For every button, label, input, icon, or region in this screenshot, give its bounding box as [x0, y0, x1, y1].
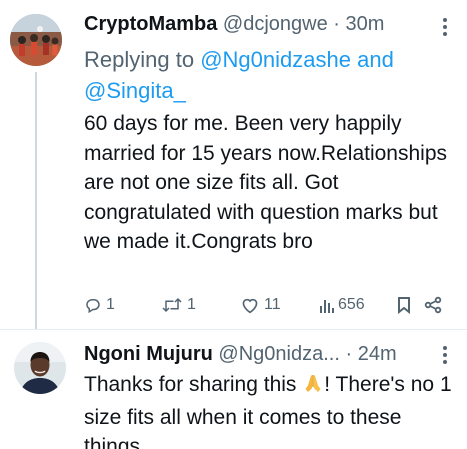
- reply-button[interactable]: 1: [84, 290, 115, 320]
- tweet-cryptomamba[interactable]: CryptoMamba @dcjongwe · 30m Replying to …: [0, 0, 467, 330]
- mention-link[interactable]: @Singita_: [84, 78, 186, 103]
- replying-to: Replying to @Ng0nidzashe and @Singita_: [84, 44, 454, 106]
- action-bar: 1 1 11 656: [84, 290, 454, 320]
- like-button[interactable]: 11: [240, 290, 281, 320]
- separator-dot: ·: [333, 13, 340, 35]
- author-handle[interactable]: @dcjongwe: [223, 13, 328, 35]
- tweet-header: CryptoMamba @dcjongwe · 30m: [84, 12, 384, 36]
- replying-prefix: Replying to: [84, 47, 195, 72]
- retweet-button[interactable]: 1: [161, 290, 196, 320]
- like-count: 11: [264, 296, 281, 313]
- tweet-text: Thanks for sharing this ! There's no 1 s…: [84, 370, 454, 449]
- author-name[interactable]: CryptoMamba: [84, 13, 217, 35]
- retweet-icon: [162, 297, 182, 313]
- tweet-text: 60 days for me. Been very happily marrie…: [84, 112, 448, 253]
- like-icon: [242, 298, 258, 314]
- more-icon[interactable]: [443, 18, 447, 36]
- timestamp[interactable]: 24m: [358, 343, 397, 365]
- reply-count: 1: [106, 296, 115, 313]
- retweet-count: 1: [187, 296, 196, 313]
- tweet-text-part: Thanks for sharing this: [84, 373, 303, 396]
- timestamp[interactable]: 30m: [346, 13, 385, 35]
- share-icon: [424, 296, 442, 314]
- avatar[interactable]: [14, 342, 66, 394]
- mention-link[interactable]: @Ng0nidzashe: [200, 47, 351, 72]
- tweet-ngoni-mujuru[interactable]: Ngoni Mujuru @Ng0nidza... · 24m Thanks f…: [0, 330, 467, 449]
- bookmark-icon: [398, 297, 410, 314]
- views-button[interactable]: 656: [320, 290, 365, 320]
- folded-hands-icon: [302, 372, 324, 403]
- separator-dot: ·: [345, 343, 353, 365]
- author-name[interactable]: Ngoni Mujuru: [84, 343, 213, 365]
- reply-icon: [86, 298, 100, 314]
- more-icon[interactable]: [443, 346, 447, 364]
- views-icon: [320, 300, 334, 313]
- author-handle[interactable]: @Ng0nidza...: [218, 343, 339, 365]
- tweet-header: Ngoni Mujuru @Ng0nidza... · 24m: [84, 342, 397, 366]
- thread-connector: [35, 72, 37, 330]
- share-button[interactable]: [424, 290, 442, 320]
- reply-thread: CryptoMamba @dcjongwe · 30m Replying to …: [0, 0, 467, 449]
- mention-joiner[interactable]: and: [357, 47, 394, 72]
- bookmark-button[interactable]: [397, 290, 411, 320]
- avatar[interactable]: [10, 14, 62, 66]
- views-count: 656: [338, 296, 365, 313]
